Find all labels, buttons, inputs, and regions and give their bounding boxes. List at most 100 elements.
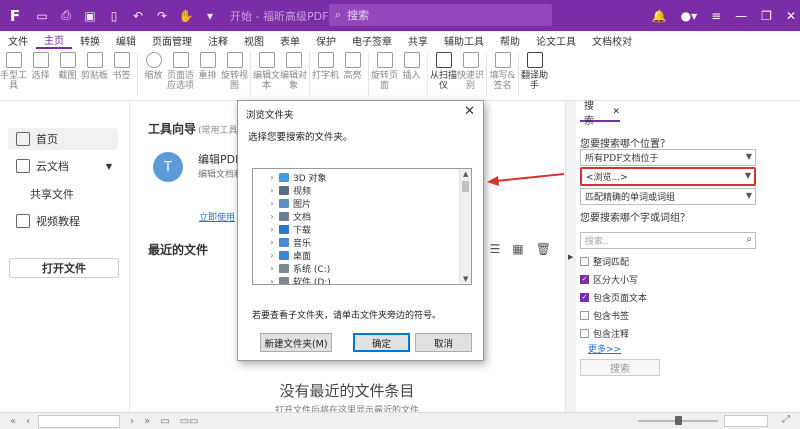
open-file-button[interactable]: 打开文件 (9, 258, 119, 278)
tree-item[interactable]: › 桌面 (253, 249, 311, 262)
bookmark-button[interactable]: 书签 (108, 49, 135, 100)
trash-icon[interactable]: 🗑 (536, 242, 551, 256)
search-input[interactable]: 搜索.. ⌕ (580, 232, 756, 249)
zoom-level-input[interactable] (724, 415, 768, 427)
tree-item[interactable]: › 音乐 (253, 236, 311, 249)
save-icon[interactable]: ▣ (82, 8, 98, 24)
option-comments[interactable]: 包含注释 (580, 326, 629, 340)
panel-collapse-strip[interactable]: ▶ (566, 101, 576, 412)
new-folder-button[interactable]: 新建文件夹(M) (260, 333, 332, 352)
insert-button[interactable]: 插入 (398, 49, 425, 100)
location-select[interactable]: 所有PDF文档位于 ▼ (580, 149, 756, 166)
menu-proofread[interactable]: 文档校对 (584, 33, 640, 48)
list-view-icon[interactable]: ☰ (490, 242, 501, 256)
menu-protect[interactable]: 保护 (308, 33, 344, 48)
tree-item[interactable]: › 3D 对象 (253, 171, 327, 184)
rotate-view-button[interactable]: 旋转视图 (221, 49, 248, 100)
sidebar-item-video[interactable]: 视频教程 (8, 210, 118, 232)
tree-item[interactable]: › 下载 (253, 223, 311, 236)
minimize-icon[interactable]: — (735, 9, 747, 23)
menu-form[interactable]: 表单 (272, 33, 308, 48)
menu-home[interactable]: 主页 (36, 32, 72, 49)
page-fit-button[interactable]: 页面适应选项 (167, 49, 194, 100)
translate-button[interactable]: 翻译助手 (521, 49, 548, 100)
option-case-sensitive[interactable]: ✓ 区分大小写 (580, 272, 638, 286)
title-search-box[interactable]: ⌕ 搜索 (329, 4, 552, 26)
cancel-button[interactable]: 取消 (415, 333, 472, 352)
edit-object-button[interactable]: 编辑对象 (280, 49, 307, 100)
menu-file[interactable]: 文件 (0, 33, 36, 48)
checkbox[interactable] (580, 328, 589, 338)
more-options-link[interactable]: 更多>> (588, 342, 621, 355)
hand-tool-button[interactable]: 手型工具 (0, 49, 27, 100)
user-icon[interactable]: ●▾ (681, 9, 698, 23)
sidebar-item-shared[interactable]: 共享文件 (22, 183, 132, 205)
tab-search[interactable]: 搜索 ✕ (580, 101, 620, 127)
select-button[interactable]: 选择 (27, 49, 54, 100)
scroll-down-icon[interactable]: ▼ (463, 275, 468, 283)
maximize-icon[interactable]: ❐ (761, 9, 772, 23)
checkbox[interactable]: ✓ (580, 292, 589, 302)
menu-share[interactable]: 共享 (400, 33, 436, 48)
menu-edit[interactable]: 编辑 (108, 33, 144, 48)
use-now-link[interactable]: 立即使用 (199, 210, 235, 223)
grid-view-icon[interactable]: ▦ (512, 242, 523, 256)
prev-page-icon[interactable]: ‹ (26, 416, 30, 427)
search-button[interactable]: 搜索 (580, 359, 660, 376)
rotate-page-button[interactable]: 旋转页面 (371, 49, 398, 100)
redo-icon[interactable]: ↷ (154, 8, 170, 24)
last-page-icon[interactable]: » (144, 416, 150, 427)
quick-access-dropdown-icon[interactable]: ▾ (202, 8, 218, 24)
reflow-button[interactable]: 重排 (194, 49, 221, 100)
menu-view[interactable]: 视图 (236, 33, 272, 48)
checkbox[interactable] (580, 256, 589, 266)
option-page-text[interactable]: ✓ 包含页面文本 (580, 290, 647, 304)
menu-help[interactable]: 帮助 (492, 33, 528, 48)
open-icon[interactable]: ▭ (34, 8, 50, 24)
scroll-up-icon[interactable]: ▲ (463, 170, 468, 178)
menu-page-manage[interactable]: 页面管理 (144, 33, 200, 48)
clipboard-button[interactable]: 剪贴板 (81, 49, 108, 100)
menu-thesis[interactable]: 论文工具 (528, 33, 584, 48)
option-whole-word[interactable]: 整词匹配 (580, 254, 629, 268)
menu-convert[interactable]: 转换 (72, 33, 108, 48)
option-bookmarks[interactable]: 包含书签 (580, 308, 629, 322)
next-page-icon[interactable]: › (130, 416, 134, 427)
new-doc-icon[interactable]: ▯ (106, 8, 122, 24)
typewriter-button[interactable]: 打字机 (312, 49, 339, 100)
two-page-icon[interactable]: ▭▭ (180, 416, 199, 427)
close-icon[interactable]: ✕ (612, 107, 620, 117)
tree-scrollbar[interactable]: ▲ ▼ (459, 169, 471, 284)
match-mode-select[interactable]: 匹配精确的单词或词组 ▼ (580, 188, 756, 205)
menu-esign[interactable]: 电子签章 (344, 33, 400, 48)
highlight-button[interactable]: 高亮 (339, 49, 366, 100)
from-scanner-button[interactable]: 从扫描仪 (430, 49, 457, 100)
first-page-icon[interactable]: « (10, 416, 16, 427)
quick-ocr-button[interactable]: 快速识别 (457, 49, 484, 100)
tree-item[interactable]: › 视频 (253, 184, 311, 197)
hand-tool-icon[interactable]: ✋ (178, 8, 194, 24)
print-icon[interactable]: ⎙ (58, 8, 74, 24)
browse-select[interactable]: <浏览...> ▼ (580, 167, 756, 186)
tree-item[interactable]: › 图片 (253, 197, 311, 210)
single-page-icon[interactable]: ▭ (160, 416, 169, 427)
checkbox[interactable]: ✓ (580, 274, 589, 284)
bell-icon[interactable]: 🔔 (652, 9, 667, 23)
folder-tree[interactable]: › 3D 对象 › 视频 › 图片 › 文档 › 下载 › 音乐 › 桌面 › 系统 (C:) … (252, 168, 472, 285)
tree-item[interactable]: › 文档 (253, 210, 311, 223)
tree-item[interactable]: › 系统 (C:) (253, 262, 330, 275)
close-icon[interactable]: ✕ (464, 104, 475, 119)
fullscreen-icon[interactable]: ⤢ (782, 414, 790, 425)
fill-sign-button[interactable]: 填写&签名 (489, 49, 516, 100)
menu-assist[interactable]: 辅助工具 (436, 33, 492, 48)
edit-text-button[interactable]: 编辑文本 (253, 49, 280, 100)
screenshot-button[interactable]: 截图 (54, 49, 81, 100)
edit-pdf-icon[interactable]: T (153, 152, 183, 182)
sidebar-item-home[interactable]: 首页 (8, 128, 118, 150)
checkbox[interactable] (580, 310, 589, 320)
tree-item[interactable]: › 软件 (D:) (253, 275, 331, 284)
menu-icon[interactable]: ≡ (711, 9, 721, 23)
undo-icon[interactable]: ↶ (130, 8, 146, 24)
ok-button[interactable]: 确定 (353, 333, 410, 352)
zoom-button[interactable]: 缩放 (140, 49, 167, 100)
